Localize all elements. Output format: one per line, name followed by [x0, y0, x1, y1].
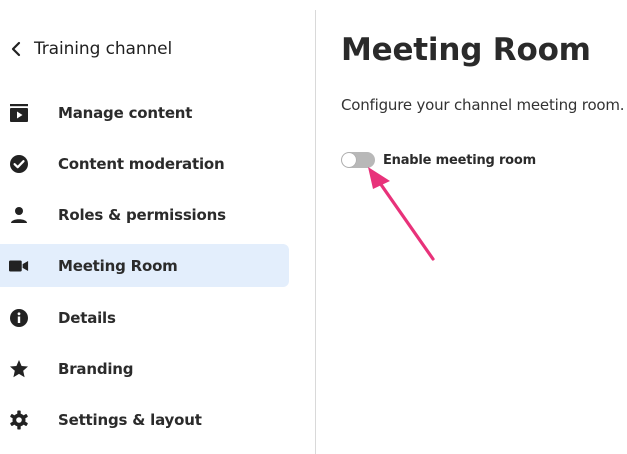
gear-icon	[9, 410, 29, 430]
sidebar-item-label: Manage content	[58, 103, 193, 122]
chevron-left-icon	[11, 41, 21, 57]
check-circle-icon	[9, 154, 29, 174]
back-label: Training channel	[34, 39, 173, 59]
sidebar-item-label: Meeting Room	[58, 256, 178, 275]
sidebar-item-label: Settings & layout	[58, 410, 202, 429]
sidebar-item-manage-content[interactable]: Manage content	[0, 91, 289, 134]
sidebar: Training channel Manage content Content …	[0, 0, 316, 454]
sidebar-item-label: Content moderation	[58, 154, 225, 173]
sidebar-item-roles-permissions[interactable]: Roles & permissions	[0, 193, 289, 236]
sidebar-item-label: Branding	[58, 359, 134, 378]
sidebar-item-meeting-room[interactable]: Meeting Room	[0, 244, 289, 287]
sidebar-item-settings-layout[interactable]: Settings & layout	[0, 398, 289, 441]
star-icon	[9, 359, 29, 379]
sidebar-item-details[interactable]: Details	[0, 296, 289, 339]
person-icon	[9, 205, 29, 225]
sidebar-item-label: Details	[58, 308, 116, 327]
sidebar-divider	[315, 10, 316, 454]
videocam-icon	[9, 256, 29, 276]
page-description: Configure your channel meeting room.	[341, 96, 625, 114]
sidebar-item-content-moderation[interactable]: Content moderation	[0, 142, 289, 185]
sidebar-item-label: Roles & permissions	[58, 205, 226, 224]
back-button[interactable]: Training channel	[10, 36, 172, 62]
sidebar-item-branding[interactable]: Branding	[0, 347, 289, 390]
video-library-icon	[9, 103, 29, 123]
info-icon	[9, 308, 29, 328]
toggle-knob	[342, 153, 356, 167]
annotation-arrow-icon	[368, 167, 435, 261]
page-title: Meeting Room	[341, 32, 591, 68]
